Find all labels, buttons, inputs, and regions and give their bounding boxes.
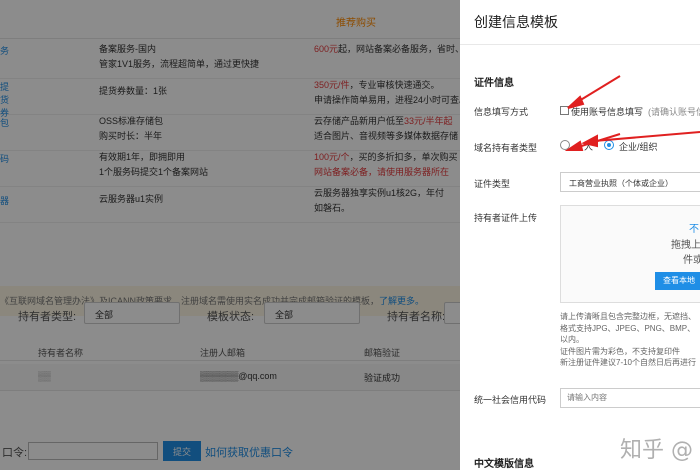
use-account-info-label[interactable]: 使用账号信息填写 — [571, 105, 643, 118]
radio-personal-label[interactable]: 个人 — [575, 140, 593, 153]
fill-method-label: 信息填写方式 — [474, 107, 529, 117]
use-account-info-checkbox[interactable] — [560, 106, 569, 115]
upload-note: 证件图片需为彩色，不支持复印件 — [560, 346, 680, 356]
upload-icon: 不 — [689, 224, 699, 235]
credit-code-field[interactable] — [560, 388, 700, 408]
cert-type-label: 证件类型 — [474, 179, 511, 189]
zhihu-watermark: 知乎 @ — [620, 438, 693, 463]
view-local-button[interactable]: 查看本地 — [655, 272, 700, 290]
upload-note: 以内。 — [560, 335, 584, 344]
upload-or-text: 件或 — [683, 255, 700, 266]
drawer-title: 创建信息模板 — [474, 14, 558, 30]
credit-code-label: 统一社会信用代码 — [474, 395, 547, 405]
fill-method-hint: (请确认账号信 — [648, 107, 700, 117]
upload-note: 格式支持JPG、JPEG、PNG、BMP、 — [560, 323, 696, 333]
holder-type-field-label: 域名持有者类型 — [474, 143, 538, 153]
section-cert-info: 证件信息 — [474, 78, 514, 89]
radio-personal[interactable] — [560, 140, 570, 150]
cert-upload-area[interactable]: 不 拖拽上 件或 查看本地 — [560, 205, 700, 303]
cert-type-value: 工商营业执照（个体或企业） — [569, 179, 673, 188]
radio-organization[interactable] — [604, 140, 614, 150]
radio-organization-label[interactable]: 企业/组织 — [619, 140, 658, 153]
upload-note: 新注册证件建议7-10个自然日后再进行 — [560, 358, 697, 367]
upload-note: 请上传清晰且包含完整边框，无遮挡、 — [560, 312, 696, 321]
upload-notes: 请上传清晰且包含完整边框，无遮挡、 格式支持JPG、JPEG、PNG、BMP、 … — [560, 311, 700, 369]
credit-code-input[interactable] — [565, 392, 689, 403]
upload-drag-text: 拖拽上 — [671, 240, 700, 251]
create-template-drawer: 创建信息模板 证件信息 信息填写方式 使用账号信息填写 (请确认账号信 域名持有… — [460, 0, 700, 470]
cert-type-select[interactable]: 工商营业执照（个体或企业） — [560, 172, 700, 192]
modal-overlay[interactable] — [0, 0, 460, 470]
upload-label: 持有者证件上传 — [474, 213, 538, 223]
divider — [460, 44, 700, 45]
section-cn-template: 中文模版信息 — [474, 459, 534, 470]
